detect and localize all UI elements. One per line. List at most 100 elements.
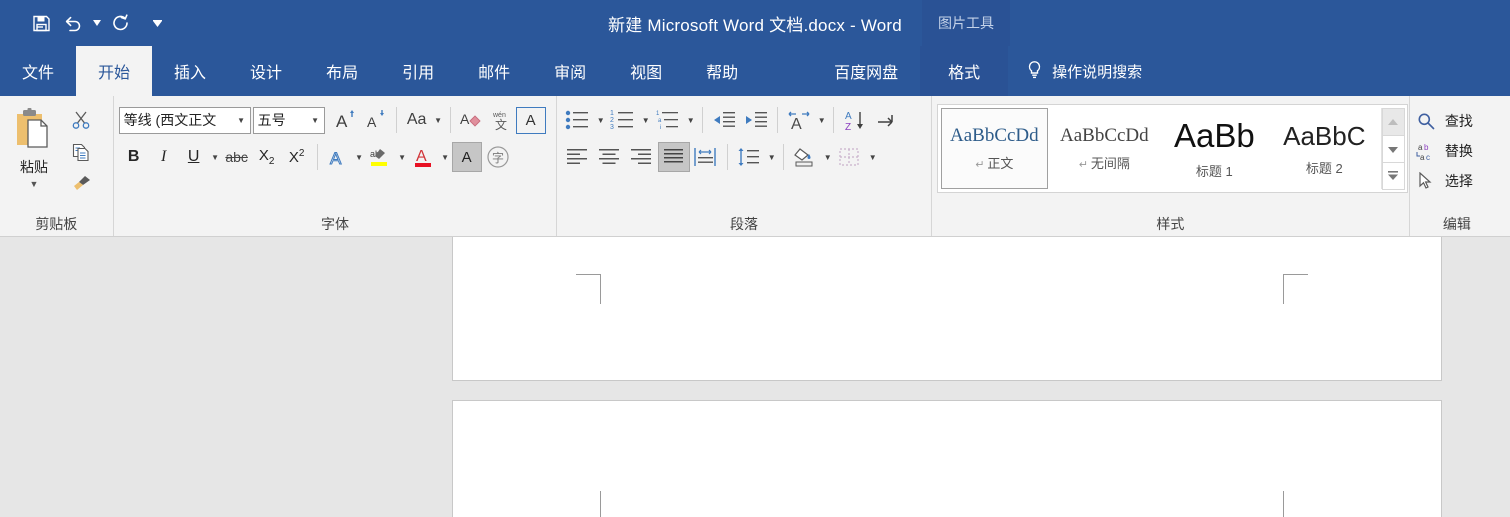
subscript-button[interactable]: X2 [252, 142, 282, 172]
asian-layout-button[interactable]: A [783, 105, 815, 135]
document-page-2[interactable] [452, 400, 1442, 517]
line-spacing-button[interactable] [733, 142, 765, 172]
enclose-characters-button[interactable]: 字 [482, 142, 514, 172]
style-item-heading-1[interactable]: AaBb 标题 1 [1160, 108, 1268, 189]
tab-baidu-netdisk[interactable]: 百度网盘 [812, 46, 920, 96]
crop-mark-top-right-v [1283, 274, 1284, 304]
phonetic-guide-button[interactable]: wén 文 [486, 105, 516, 135]
paste-dropdown-icon[interactable]: ▼ [30, 180, 39, 189]
increase-indent-button[interactable] [740, 105, 772, 135]
decrease-indent-button[interactable] [708, 105, 740, 135]
tab-layout[interactable]: 布局 [304, 46, 380, 96]
highlight-color-dropdown-icon[interactable]: ▼ [396, 143, 409, 171]
tab-home[interactable]: 开始 [76, 46, 153, 96]
shrink-font-button[interactable]: A [361, 105, 391, 135]
font-color-button[interactable]: A [409, 142, 439, 172]
svg-text:字: 字 [492, 150, 504, 165]
font-size-dropdown-icon[interactable]: ▼ [309, 116, 322, 125]
save-icon[interactable] [26, 8, 56, 38]
select-button[interactable]: 选择 [1415, 166, 1473, 196]
underline-button[interactable]: U [179, 142, 209, 172]
group-label-paragraph: 段落 [730, 216, 759, 232]
grow-font-button[interactable]: A [331, 105, 361, 135]
align-right-button[interactable] [626, 142, 658, 172]
distribute-button[interactable] [690, 142, 722, 172]
font-name-combo[interactable]: 等线 (西文正文 ▼ [118, 106, 251, 134]
sort-button[interactable]: A Z [839, 105, 871, 135]
tab-design[interactable]: 设计 [228, 46, 304, 96]
shading-button[interactable] [789, 142, 821, 172]
svg-text:A: A [416, 148, 427, 165]
change-case-button[interactable]: Aa [402, 105, 432, 135]
svg-text:A: A [336, 112, 348, 131]
change-case-dropdown-icon[interactable]: ▼ [432, 106, 445, 134]
numbering-dropdown-icon[interactable]: ▼ [639, 106, 652, 134]
style-item-no-spacing[interactable]: AaBbCcDd ↵ 无间隔 [1050, 108, 1158, 189]
underline-dropdown-icon[interactable]: ▼ [209, 143, 222, 171]
document-page-1[interactable] [452, 237, 1442, 381]
text-effects-button[interactable]: A [323, 142, 353, 172]
shading-dropdown-icon[interactable]: ▼ [821, 143, 834, 171]
copy-button[interactable] [67, 140, 95, 168]
styles-more-button[interactable] [1381, 162, 1405, 190]
line-spacing-dropdown-icon[interactable]: ▼ [765, 143, 778, 171]
bold-button[interactable]: B [119, 142, 149, 172]
svg-text:A: A [460, 111, 470, 127]
bullets-button[interactable] [562, 105, 594, 135]
tab-review[interactable]: 审阅 [532, 46, 608, 96]
cut-button[interactable] [67, 108, 95, 136]
align-left-button[interactable] [562, 142, 594, 172]
multilevel-list-dropdown-icon[interactable]: ▼ [684, 106, 697, 134]
tell-me-box[interactable]: 操作说明搜索 [1008, 46, 1160, 96]
font-size-value: 五号 [257, 112, 286, 128]
tab-insert[interactable]: 插入 [152, 46, 228, 96]
superscript-button[interactable]: X2 [282, 142, 312, 172]
replace-button[interactable]: a b a c 替换 [1415, 136, 1473, 166]
svg-text:3: 3 [610, 124, 614, 131]
svg-text:i: i [660, 125, 661, 131]
tab-picture-format[interactable]: 格式 [920, 46, 1009, 96]
find-button[interactable]: 查找 [1415, 106, 1473, 136]
style-item-normal[interactable]: AaBbCcDd ↵ 正文 [940, 108, 1048, 189]
clear-formatting-button[interactable]: A [456, 105, 486, 135]
undo-dropdown-icon[interactable] [90, 9, 104, 37]
paste-label: 粘贴 [20, 159, 48, 175]
styles-scroll-up-button[interactable] [1381, 108, 1405, 136]
text-effects-dropdown-icon[interactable]: ▼ [353, 143, 366, 171]
tab-file[interactable]: 文件 [0, 46, 76, 96]
font-name-dropdown-icon[interactable]: ▼ [235, 116, 248, 125]
character-shading-button[interactable]: A [451, 142, 482, 172]
paintbrush-icon [71, 173, 92, 199]
font-color-dropdown-icon[interactable]: ▼ [439, 143, 452, 171]
character-border-button[interactable]: A [515, 106, 546, 134]
scissors-icon [71, 110, 91, 135]
customize-qat-icon[interactable] [150, 9, 164, 37]
styles-scroll-down-button[interactable] [1381, 135, 1405, 163]
style-preview: AaBb [1173, 117, 1255, 154]
strikethrough-button[interactable]: abc [222, 142, 252, 172]
paste-button[interactable]: 粘贴 ▼ [5, 104, 63, 189]
font-size-combo[interactable]: 五号 ▼ [252, 106, 325, 134]
bullets-dropdown-icon[interactable]: ▼ [594, 106, 607, 134]
undo-icon[interactable] [58, 8, 88, 38]
borders-dropdown-icon[interactable]: ▼ [866, 143, 879, 171]
show-formatting-marks-button[interactable] [871, 105, 903, 135]
highlight-color-button[interactable]: ab [366, 142, 396, 172]
align-center-button[interactable] [594, 142, 626, 172]
paste-icon [12, 106, 56, 155]
tab-references[interactable]: 引用 [380, 46, 456, 96]
asian-layout-dropdown-icon[interactable]: ▼ [815, 106, 828, 134]
style-item-heading-2[interactable]: AaBbC 标题 2 [1270, 108, 1378, 189]
tab-view[interactable]: 视图 [608, 46, 684, 96]
redo-icon[interactable] [106, 8, 136, 38]
numbering-button[interactable]: 1 2 3 [607, 105, 639, 135]
borders-button[interactable] [834, 142, 866, 172]
tab-mailings[interactable]: 邮件 [456, 46, 532, 96]
title-bar: 新建 Microsoft Word 文档.docx - Word 图片工具 [0, 0, 1510, 46]
document-workspace[interactable] [0, 237, 1510, 517]
format-painter-button[interactable] [67, 172, 95, 200]
multilevel-list-button[interactable]: 1 a i [652, 105, 684, 135]
tab-help[interactable]: 帮助 [684, 46, 760, 96]
justify-button[interactable] [658, 142, 691, 172]
italic-button[interactable]: I [149, 142, 179, 172]
